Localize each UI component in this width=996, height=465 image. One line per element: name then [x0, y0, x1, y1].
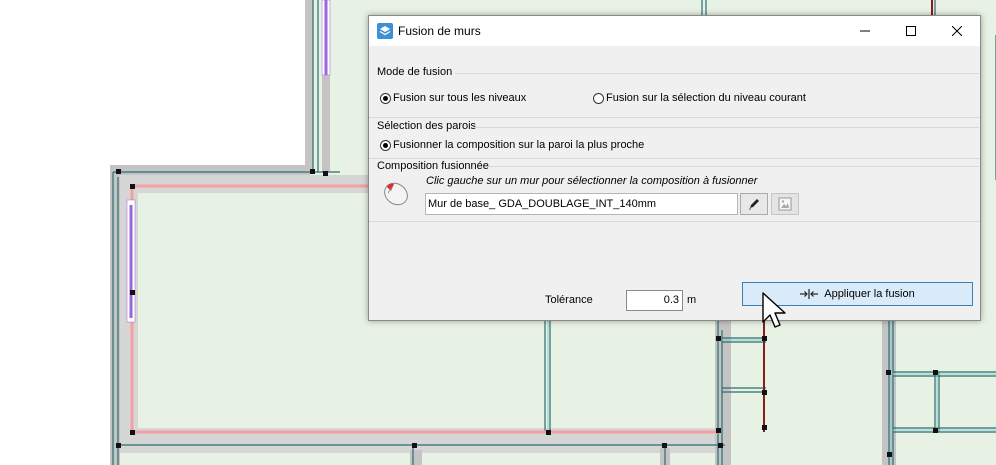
tolerance-unit: m — [687, 294, 697, 306]
close-icon — [952, 26, 962, 36]
picture-icon — [778, 197, 792, 211]
dialog-title: Fusion de murs — [398, 24, 481, 38]
wall-band — [120, 175, 370, 193]
merge-icon — [800, 289, 819, 299]
mouse-pointer-icon — [762, 292, 786, 328]
minimize-button[interactable] — [842, 16, 888, 46]
pick-composition-button[interactable] — [771, 193, 799, 215]
radio-indicator[interactable] — [380, 92, 391, 104]
radio-label: Fusion sur la sélection du niveau couran… — [606, 92, 806, 104]
separator — [455, 73, 979, 74]
radio-current-level[interactable]: Fusion sur la sélection du niveau couran… — [593, 92, 806, 104]
separator — [369, 158, 980, 159]
separator — [369, 221, 980, 222]
layers-icon — [377, 23, 393, 39]
wall-band — [110, 165, 310, 175]
pencil-icon — [749, 199, 759, 210]
mouse-icon — [384, 182, 408, 206]
title-bar[interactable]: Fusion de murs — [369, 16, 980, 46]
radio-indicator[interactable] — [593, 92, 604, 104]
tolerance-input[interactable]: 0.3 — [626, 290, 683, 311]
radio-indicator[interactable] — [380, 139, 391, 151]
tolerance-label: Tolérance — [545, 294, 593, 306]
minimize-icon — [860, 30, 870, 32]
radio-all-levels[interactable]: Fusion sur tous les niveaux — [380, 92, 526, 104]
radio-label: Fusionner la composition sur la paroi la… — [393, 139, 645, 151]
composition-section-label: Composition fusionnée — [377, 160, 489, 172]
window-element — [321, 0, 331, 76]
window-element — [126, 199, 136, 323]
radio-label: Fusion sur tous les niveaux — [393, 92, 527, 104]
separator — [487, 166, 979, 167]
separator — [473, 127, 979, 128]
apply-fusion-label: Appliquer la fusion — [824, 288, 915, 300]
wall-band — [305, 0, 313, 172]
maximize-button[interactable] — [888, 16, 934, 46]
close-button[interactable] — [934, 16, 980, 46]
separator — [369, 117, 980, 118]
edit-composition-button[interactable] — [740, 193, 768, 215]
composition-field[interactable]: Mur de base_ GDA_DOUBLAGE_INT_140mm — [425, 193, 738, 215]
composition-hint: Clic gauche sur un mur pour sélectionner… — [426, 175, 758, 187]
radio-nearest-wall[interactable]: Fusionner la composition sur la paroi la… — [380, 139, 644, 151]
wall-band — [410, 450, 422, 465]
floor-area — [110, 165, 320, 465]
mode-section-label: Mode de fusion — [377, 66, 453, 78]
walls-section-label: Sélection des parois — [377, 120, 477, 132]
maximize-icon — [906, 26, 916, 36]
fusion-dialog: Fusion de murs Mode de fusion Fusion sur… — [368, 15, 981, 321]
